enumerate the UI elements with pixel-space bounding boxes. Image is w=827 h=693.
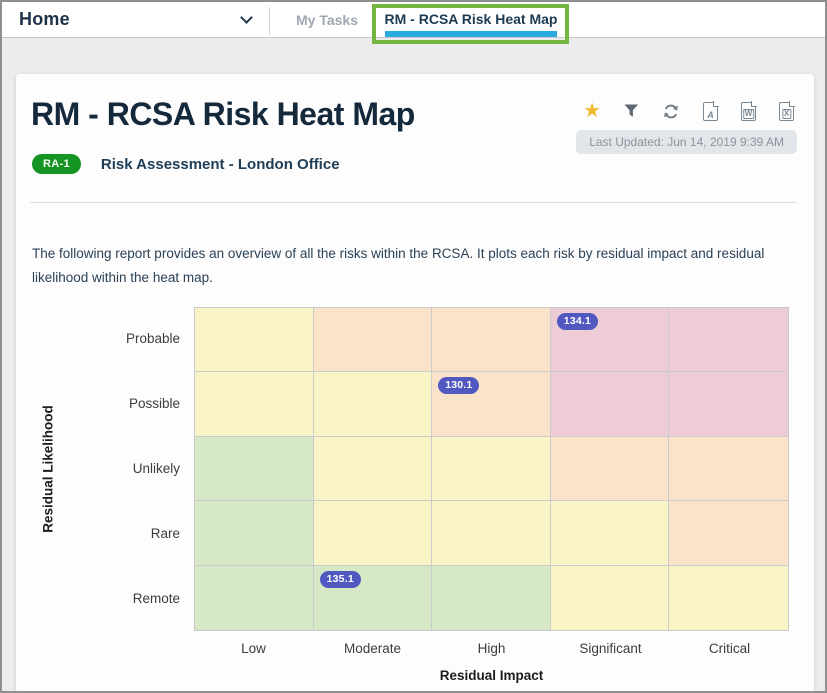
y-label-remote: Remote xyxy=(132,590,180,606)
risk-point-130.1[interactable]: 130.1 xyxy=(438,377,480,395)
heatmap-cell-unlikely-high xyxy=(432,436,551,502)
home-menu[interactable]: Home xyxy=(19,9,70,30)
export-pdf-icon[interactable]: A xyxy=(703,100,719,122)
risk-heat-map: 134.1 130.1 135.1 xyxy=(194,307,789,631)
favorite-star-icon[interactable]: ★ xyxy=(583,100,601,122)
heatmap-cell-rare-moderate xyxy=(313,501,433,566)
tab-rcsa-risk-heat-map[interactable]: RM - RCSA Risk Heat Map xyxy=(377,2,565,38)
x-axis-title: Residual Impact xyxy=(439,668,544,683)
heatmap-cell-remote-low xyxy=(195,565,314,630)
heatmap-cell-remote-significant xyxy=(550,565,670,630)
active-tab-underline xyxy=(385,31,557,37)
refresh-icon[interactable] xyxy=(662,100,680,122)
y-label-rare: Rare xyxy=(150,525,180,541)
top-navigation-bar: Home My Tasks RM - RCSA Risk Heat Map xyxy=(2,2,825,44)
heatmap-cell-rare-low xyxy=(195,501,314,566)
x-label-low: Low xyxy=(241,641,266,656)
heatmap-cell-possible-critical xyxy=(669,372,788,437)
risk-point-135.1[interactable]: 135.1 xyxy=(319,570,361,588)
y-label-unlikely: Unlikely xyxy=(132,461,180,476)
x-label-critical: Critical xyxy=(708,641,751,656)
record-id-badge: RA-1 xyxy=(32,154,81,174)
chevron-down-icon[interactable] xyxy=(240,11,253,24)
heatmap-cell-remote-high xyxy=(432,565,551,630)
heatmap-cell-probable-low xyxy=(195,308,314,373)
x-label-high: High xyxy=(477,641,506,656)
x-label-moderate: Moderate xyxy=(343,641,402,656)
filter-icon[interactable] xyxy=(624,100,639,122)
heatmap-cell-possible-moderate xyxy=(313,372,433,437)
heatmap-cell-probable-critical xyxy=(669,308,788,373)
report-description: The following report provides an overvie… xyxy=(32,246,765,285)
heatmap-cell-remote-critical xyxy=(669,565,788,630)
y-label-probable: Probable xyxy=(125,331,180,347)
report-meta-row: RA-1 Risk Assessment - London Office xyxy=(32,154,340,174)
heatmap-cell-unlikely-moderate xyxy=(313,436,433,502)
heatmap-cell-rare-critical xyxy=(669,501,788,566)
header-divider xyxy=(269,7,270,35)
y-axis-labels: Probable Possible Unlikely Rare Remote xyxy=(74,307,180,631)
heatmap-cell-possible-low xyxy=(195,372,314,437)
y-axis-title: Residual Likelihood xyxy=(40,405,56,533)
tab-my-tasks[interactable]: My Tasks xyxy=(280,2,374,38)
report-card: RM - RCSA Risk Heat Map RA-1 Risk Assess… xyxy=(16,74,814,691)
heatmap-cell-probable-moderate xyxy=(313,308,433,373)
export-excel-icon[interactable]: X xyxy=(779,100,795,122)
heatmap-cell-unlikely-low xyxy=(195,436,314,502)
heatmap-cell-rare-significant xyxy=(550,501,670,566)
heatmap-cell-possible-significant xyxy=(550,372,670,437)
heatmap-cell-rare-high xyxy=(432,501,551,566)
last-updated-badge: Last Updated: Jun 14, 2019 9:39 AM xyxy=(576,130,797,154)
tab-label: RM - RCSA Risk Heat Map xyxy=(384,11,558,27)
x-axis-labels: Low Moderate High Significant Critical xyxy=(194,641,789,656)
x-label-significant: Significant xyxy=(579,641,642,656)
y-label-possible: Possible xyxy=(128,396,180,412)
report-subtitle: Risk Assessment - London Office xyxy=(100,155,340,173)
app-window: Home My Tasks RM - RCSA Risk Heat Map RM… xyxy=(0,0,827,693)
export-word-icon[interactable]: W xyxy=(741,100,757,122)
page-title: RM - RCSA Risk Heat Map xyxy=(31,96,415,132)
risk-point-134.1[interactable]: 134.1 xyxy=(556,313,599,330)
report-toolbar: ★ A W X xyxy=(583,100,795,122)
heatmap-cell-probable-high xyxy=(432,308,551,373)
heatmap-cell-unlikely-significant xyxy=(550,436,670,502)
section-divider xyxy=(30,202,797,203)
heatmap-cell-unlikely-critical xyxy=(669,436,788,502)
